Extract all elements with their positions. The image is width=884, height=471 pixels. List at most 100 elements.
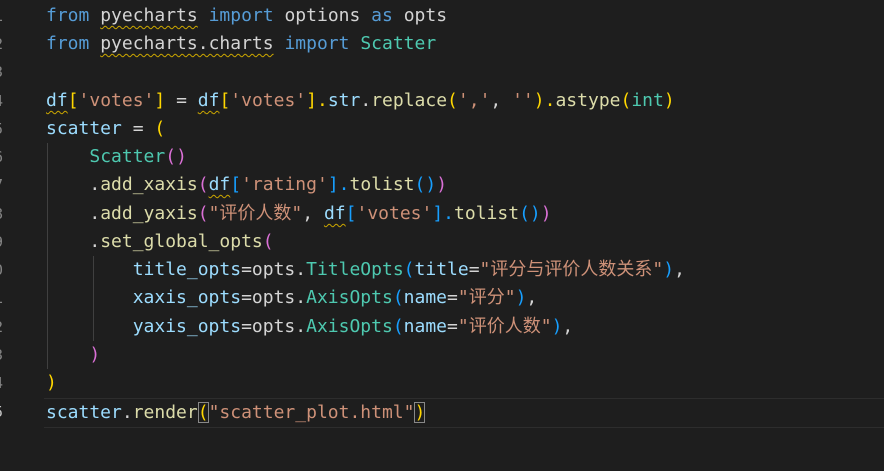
bracket: (	[519, 203, 530, 224]
module-alias: opts	[251, 316, 296, 337]
code-line[interactable]: df['votes'] = df['votes'].str.replace(',…	[46, 87, 884, 115]
bracket: ].	[432, 203, 455, 224]
string-literal: ''	[512, 90, 534, 111]
bracket: (	[392, 287, 404, 308]
bracket-match: (	[197, 402, 209, 423]
string-literal: 'votes'	[356, 203, 433, 224]
string-literal: ','	[457, 90, 491, 111]
bracket: )	[89, 344, 101, 365]
operator: =	[468, 259, 480, 280]
parameter-name: name	[403, 316, 448, 337]
code-line[interactable]: .add_yaxis("评价人数", df['votes'].tolist())	[46, 200, 884, 228]
parameter-name: title_opts	[132, 259, 242, 280]
builtin-type: int	[631, 90, 664, 111]
punctuation: .	[46, 203, 101, 224]
punctuation: ,	[490, 90, 513, 111]
bracket: [	[219, 90, 231, 111]
parameter-name: title	[414, 259, 469, 280]
punctuation: .	[46, 174, 101, 195]
bracket: [	[345, 203, 357, 224]
line-number: 1	[0, 2, 3, 30]
variable: df	[208, 174, 231, 195]
code-line[interactable]: .add_xaxis(df['rating'].tolist())	[46, 171, 884, 199]
module-alias: opts	[251, 259, 296, 280]
variable: scatter	[46, 402, 122, 423]
string-literal: "评分"	[457, 287, 516, 308]
line-number-gutter: 1 2 3 4 5 6 7 8 9 0 1 2 3 4 5	[0, 0, 14, 471]
line-number: 5	[0, 115, 3, 143]
code-line[interactable]: from pyecharts.charts import Scatter	[46, 30, 884, 58]
string-literal: 'rating'	[241, 174, 328, 195]
line-number: 4	[0, 87, 3, 115]
line-number: 8	[0, 200, 3, 228]
bracket: )	[529, 203, 541, 224]
code-line[interactable]: Scatter()	[46, 143, 884, 171]
punctuation: .	[295, 287, 307, 308]
code-editor[interactable]: 1 2 3 4 5 6 7 8 9 0 1 2 3 4 5 from pyech…	[0, 0, 884, 471]
code-line[interactable]: scatter = (	[46, 115, 884, 143]
string-literal: "评价人数"	[457, 316, 552, 337]
keyword-as: as	[371, 5, 393, 26]
line-number: 1	[0, 284, 3, 312]
punctuation: .	[295, 316, 307, 337]
line-number: 2	[0, 313, 3, 341]
parameter-name: yaxis_opts	[132, 316, 242, 337]
code-line-empty[interactable]	[46, 58, 884, 86]
punctuation: .	[46, 231, 101, 252]
bracket: (	[165, 146, 177, 167]
keyword-import: import	[284, 33, 350, 54]
bracket: (	[403, 259, 415, 280]
line-number: 0	[0, 256, 3, 284]
punctuation: ,	[302, 203, 324, 224]
class-name: AxisOpts	[306, 287, 393, 308]
variable: df	[323, 203, 346, 224]
bracket: (	[154, 118, 166, 139]
bracket: ).	[533, 90, 556, 111]
punctuation: .	[121, 402, 133, 423]
bracket: ].	[306, 90, 328, 111]
bracket: )	[436, 174, 448, 195]
bracket: [	[67, 90, 79, 111]
method-name: tolist	[349, 174, 415, 195]
bracket: (	[262, 231, 274, 252]
variable: df	[197, 90, 220, 111]
bracket: )	[46, 372, 57, 393]
code-line[interactable]: yaxis_opts=opts.AxisOpts(name="评价人数"),	[46, 313, 884, 341]
parameter-name: name	[403, 287, 448, 308]
string-literal: 'votes'	[230, 90, 307, 111]
method-name: tolist	[454, 203, 520, 224]
code-line-current[interactable]: scatter.render("scatter_plot.html")	[44, 398, 884, 428]
method-name: replace	[371, 90, 448, 111]
punctuation: ,	[674, 259, 685, 280]
code-line[interactable]: .set_global_opts(	[46, 228, 884, 256]
bracket: ]	[154, 90, 166, 111]
code-line[interactable]: )	[46, 341, 884, 369]
punctuation: ,	[562, 316, 574, 337]
string-literal: 'votes'	[78, 90, 155, 111]
line-number: 3	[0, 58, 3, 86]
bracket: (	[620, 90, 632, 111]
bracket: (	[414, 174, 426, 195]
parameter-name: xaxis_opts	[132, 287, 242, 308]
punctuation: .	[360, 90, 372, 111]
code-line[interactable]: from pyecharts import options as opts	[46, 2, 884, 30]
operator: =	[121, 118, 155, 139]
operator: =	[447, 287, 458, 308]
method-name: astype	[555, 90, 621, 111]
code-line[interactable]: )	[46, 369, 884, 397]
code-line[interactable]: xaxis_opts=opts.AxisOpts(name="评分"),	[46, 284, 884, 312]
line-number: 9	[0, 228, 3, 256]
line-number: 3	[0, 341, 3, 369]
keyword-from: from	[46, 33, 90, 54]
code-line[interactable]: title_opts=opts.TitleOpts(title="评分与评价人数…	[46, 256, 884, 284]
code-area[interactable]: from pyecharts import options as opts fr…	[44, 0, 884, 471]
method-name: render	[132, 402, 198, 423]
operator: =	[241, 316, 252, 337]
bracket: (	[197, 174, 209, 195]
